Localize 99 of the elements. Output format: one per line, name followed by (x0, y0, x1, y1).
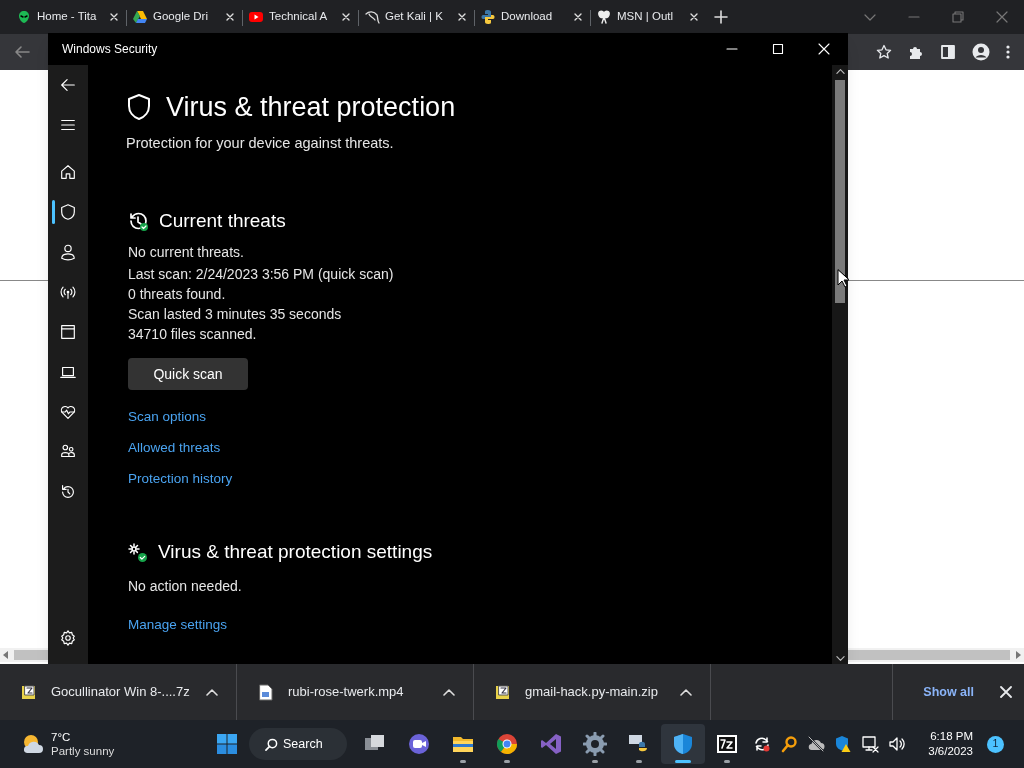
tab-title: Technical A (269, 9, 329, 25)
link[interactable]: Scan options (128, 408, 233, 427)
page-heading: Virus & threat protection (166, 91, 456, 123)
tab-title: MSN | Outl (617, 9, 675, 25)
page-subtitle: Protection for your device against threats. (126, 134, 394, 153)
browser-window-icon[interactable] (59, 323, 77, 341)
gear-icon (583, 732, 607, 756)
mouse-pointer-icon (837, 269, 849, 288)
archive-icon (494, 683, 511, 701)
vs-icon (539, 732, 563, 756)
browser-tab[interactable]: Home - Tita (10, 2, 126, 32)
chat-icon (407, 732, 431, 756)
link[interactable]: Manage settings (128, 614, 228, 635)
link[interactable]: Protection history (128, 470, 233, 489)
caret-up-icon[interactable] (443, 688, 455, 696)
browser-tab[interactable]: MSN | Outl (590, 2, 706, 32)
tab-title: Home - Tita (37, 9, 98, 25)
restore-icon[interactable] (952, 11, 964, 23)
home-icon[interactable] (59, 163, 77, 181)
close-icon[interactable] (340, 11, 352, 23)
browser-tab[interactable]: Download (474, 2, 590, 32)
tab-title: Google Dri (153, 9, 209, 25)
more-menu-icon[interactable] (1006, 44, 1010, 60)
gears-check-icon (128, 542, 148, 563)
back-arrow-icon[interactable] (59, 76, 77, 94)
new-tab-icon[interactable] (714, 10, 728, 24)
sync-icon[interactable] (753, 735, 772, 753)
file-name: rubi-rose-twerk.mp4 (288, 683, 405, 702)
windows-start-icon[interactable] (216, 733, 238, 755)
archive-box-icon (715, 732, 739, 756)
clock[interactable]: 6:18 PM 3/6/2023 (928, 729, 973, 759)
browser-tab[interactable]: Get Kali | K (358, 2, 474, 32)
shield-icon (126, 93, 152, 121)
show-all-link[interactable]: Show all (923, 682, 974, 702)
sun-cloud-icon (21, 732, 45, 756)
profile-icon[interactable] (972, 43, 990, 61)
archive-icon (20, 683, 37, 701)
scan-detail: Last scan: 2/24/2023 3:56 PM (quick scan) (128, 265, 394, 285)
tab-title: Download (501, 9, 554, 25)
close-icon[interactable] (108, 11, 120, 23)
file-name: Gocullinator Win 8-....7z (51, 683, 191, 702)
search-label: Search (283, 735, 323, 753)
sidebar-icon[interactable] (940, 44, 956, 60)
video-file-icon (257, 683, 274, 701)
taskbar-app[interactable] (661, 724, 705, 764)
puzzle-icon[interactable] (908, 44, 924, 60)
section-heading: Virus & threat protection settings (158, 540, 433, 565)
alien-icon (16, 9, 32, 25)
vertical-scrollbar[interactable] (832, 65, 848, 664)
weather-condition: Partly sunny (51, 744, 115, 758)
caret-up-icon[interactable] (206, 688, 218, 696)
close-icon[interactable] (688, 11, 700, 23)
scan-detail: 34710 files scanned. (128, 325, 258, 345)
search-icon (265, 737, 278, 751)
close-icon[interactable] (224, 11, 236, 23)
scan-detail: Scan lasted 3 minutes 35 seconds (128, 305, 343, 325)
history-icon[interactable] (59, 483, 77, 501)
caret-up-icon[interactable] (680, 688, 692, 696)
scroll-down-icon[interactable] (835, 654, 845, 663)
maximize-icon[interactable] (772, 43, 784, 55)
star-icon[interactable] (876, 44, 892, 60)
magnifier-icon[interactable] (780, 735, 799, 753)
scan-detail: 0 threats found. (128, 285, 227, 305)
chrome-icon (495, 732, 519, 756)
date-text: 3/6/2023 (928, 744, 973, 759)
weather-widget[interactable]: 7°C Partly sunny (0, 730, 200, 758)
quick-scan-button[interactable]: Quick scan (128, 358, 248, 391)
window-title: Windows Security (62, 41, 158, 58)
temperature: 7°C (51, 730, 72, 744)
scroll-up-icon[interactable] (835, 67, 845, 76)
close-icon[interactable] (572, 11, 584, 23)
person-icon[interactable] (59, 243, 77, 261)
volume-icon[interactable] (888, 735, 907, 753)
close-icon[interactable] (456, 11, 468, 23)
network-icon[interactable] (861, 735, 880, 753)
tab-title: Get Kali | K (385, 9, 444, 25)
triangle-icon (132, 9, 148, 25)
status-text: No current threats. (128, 243, 244, 263)
link[interactable]: Allowed threats (128, 439, 233, 458)
cloud-off-icon[interactable] (807, 735, 826, 753)
taskbar-search[interactable]: Search (249, 728, 347, 760)
warning-shield-icon[interactable] (834, 735, 853, 753)
browser-tab[interactable]: Google Dri (126, 2, 242, 32)
scroll-right-icon[interactable] (1014, 651, 1022, 659)
scroll-left-icon[interactable] (2, 651, 10, 659)
heartbeat-icon[interactable] (59, 403, 77, 421)
clock-check-icon (128, 210, 149, 232)
scroll-thumb[interactable] (835, 80, 845, 303)
file-name: gmail-hack.py-main.zip (525, 683, 659, 702)
python-icon (480, 9, 496, 25)
browser-tab[interactable]: Technical A (242, 2, 358, 32)
play-icon (248, 9, 264, 25)
settings-icon[interactable] (59, 629, 77, 647)
defender-shield-icon (671, 732, 695, 756)
time-text: 6:18 PM (930, 729, 973, 744)
shield-icon[interactable] (59, 203, 77, 221)
notification-badge[interactable]: 1 (987, 735, 1004, 753)
status-text: No action needed. (128, 576, 242, 596)
section-heading: Current threats (159, 208, 286, 233)
